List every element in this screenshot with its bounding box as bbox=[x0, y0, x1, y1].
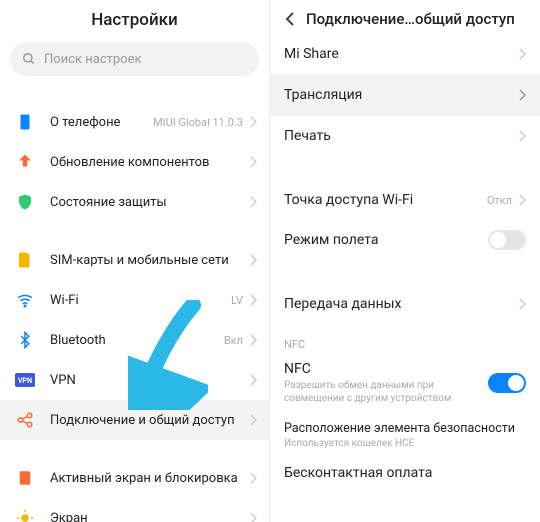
row-secure-element[interactable]: Расположение элемента безопасности Испол… bbox=[270, 413, 540, 457]
update-label: Обновление компонентов bbox=[50, 155, 249, 170]
row-hotspot[interactable]: Точка доступа Wi-Fi Откл bbox=[270, 180, 540, 220]
sim-icon bbox=[14, 249, 36, 271]
sharing-label: Подключение и общий доступ bbox=[50, 413, 249, 428]
bluetooth-badge: Вкл bbox=[224, 334, 243, 347]
search-icon bbox=[22, 52, 36, 66]
nfc-desc: Разрешить обмен данными при совмещении с… bbox=[284, 379, 474, 405]
connection-page-title: Подключение…общий доступ bbox=[306, 10, 526, 28]
chevron-right-icon bbox=[249, 512, 257, 522]
chevron-right-icon bbox=[518, 130, 526, 142]
row-connection-sharing[interactable]: Подключение и общий доступ bbox=[0, 400, 269, 440]
wifi-label: Wi-Fi bbox=[50, 293, 231, 308]
print-label: Печать bbox=[284, 128, 518, 144]
row-cast[interactable]: Трансляция bbox=[270, 74, 540, 116]
data-transfer-label: Передача данных bbox=[284, 296, 518, 312]
chevron-right-icon bbox=[249, 254, 257, 266]
svg-text:VPN: VPN bbox=[18, 377, 32, 385]
row-wifi[interactable]: Wi-Fi LV bbox=[0, 280, 269, 320]
security-label: Состояние защиты bbox=[50, 195, 249, 210]
sim-label: SIM-карты и мобильные сети bbox=[50, 253, 249, 268]
row-mishare[interactable]: Mi Share bbox=[270, 34, 540, 74]
row-print[interactable]: Печать bbox=[270, 116, 540, 156]
chevron-right-icon bbox=[518, 298, 526, 310]
row-data-transfer[interactable]: Передача данных bbox=[270, 284, 540, 324]
secure-element-desc: Используется кошелек HCE bbox=[284, 438, 526, 449]
wifi-badge: LV bbox=[231, 294, 243, 307]
row-nfc[interactable]: NFC Разрешить обмен данными при совмещен… bbox=[270, 357, 540, 413]
phone-icon bbox=[14, 111, 36, 133]
chevron-right-icon bbox=[249, 156, 257, 168]
chevron-right-icon bbox=[249, 334, 257, 346]
chevron-right-icon bbox=[249, 414, 257, 426]
chevron-right-icon bbox=[249, 472, 257, 484]
nfc-label: NFC bbox=[284, 361, 488, 377]
lockscreen-label: Активный экран и блокировка bbox=[50, 471, 249, 486]
airplane-toggle[interactable] bbox=[488, 230, 526, 250]
row-security[interactable]: Состояние защиты bbox=[0, 182, 269, 222]
hotspot-label: Точка доступа Wi-Fi bbox=[284, 192, 487, 208]
shield-icon bbox=[14, 191, 36, 213]
row-lockscreen[interactable]: Активный экран и блокировка bbox=[0, 458, 269, 498]
lockscreen-icon bbox=[14, 467, 36, 489]
nfc-toggle[interactable] bbox=[488, 373, 526, 393]
chevron-right-icon bbox=[249, 116, 257, 128]
row-vpn[interactable]: VPN VPN bbox=[0, 360, 269, 400]
row-bluetooth[interactable]: Bluetooth Вкл bbox=[0, 320, 269, 360]
chevron-right-icon bbox=[249, 374, 257, 386]
search-placeholder: Поиск настроек bbox=[44, 52, 142, 67]
wifi-icon bbox=[14, 289, 36, 311]
row-display[interactable]: Экран bbox=[0, 498, 269, 522]
about-label: О телефоне bbox=[50, 115, 153, 130]
hotspot-badge: Откл bbox=[487, 194, 512, 207]
row-about-phone[interactable]: О телефоне MIUI Global 11.0.3 bbox=[0, 102, 269, 142]
chevron-right-icon bbox=[518, 89, 526, 101]
share-icon bbox=[14, 409, 36, 431]
nfc-section-header: NFC bbox=[270, 324, 540, 357]
bluetooth-icon bbox=[14, 329, 36, 351]
row-contactless[interactable]: Бесконтактная оплата bbox=[270, 457, 540, 481]
display-label: Экран bbox=[50, 511, 249, 522]
chevron-right-icon bbox=[518, 48, 526, 60]
airplane-label: Режим полета bbox=[284, 232, 488, 248]
vpn-icon: VPN bbox=[14, 369, 36, 391]
mishare-label: Mi Share bbox=[284, 46, 518, 62]
row-sim[interactable]: SIM-карты и мобильные сети bbox=[0, 240, 269, 280]
bluetooth-label: Bluetooth bbox=[50, 333, 224, 348]
vpn-label: VPN bbox=[50, 373, 249, 388]
settings-title: Настройки bbox=[0, 0, 269, 38]
back-icon[interactable] bbox=[284, 11, 296, 27]
cast-label: Трансляция bbox=[284, 87, 518, 103]
sun-icon bbox=[14, 507, 36, 522]
row-airplane[interactable]: Режим полета bbox=[270, 220, 540, 260]
chevron-right-icon bbox=[518, 194, 526, 206]
update-icon bbox=[14, 151, 36, 173]
row-update[interactable]: Обновление компонентов bbox=[0, 142, 269, 182]
secure-element-label: Расположение элемента безопасности bbox=[284, 421, 526, 436]
chevron-right-icon bbox=[249, 294, 257, 306]
search-input[interactable]: Поиск настроек bbox=[10, 42, 259, 76]
chevron-right-icon bbox=[249, 196, 257, 208]
about-badge: MIUI Global 11.0.3 bbox=[153, 116, 243, 129]
